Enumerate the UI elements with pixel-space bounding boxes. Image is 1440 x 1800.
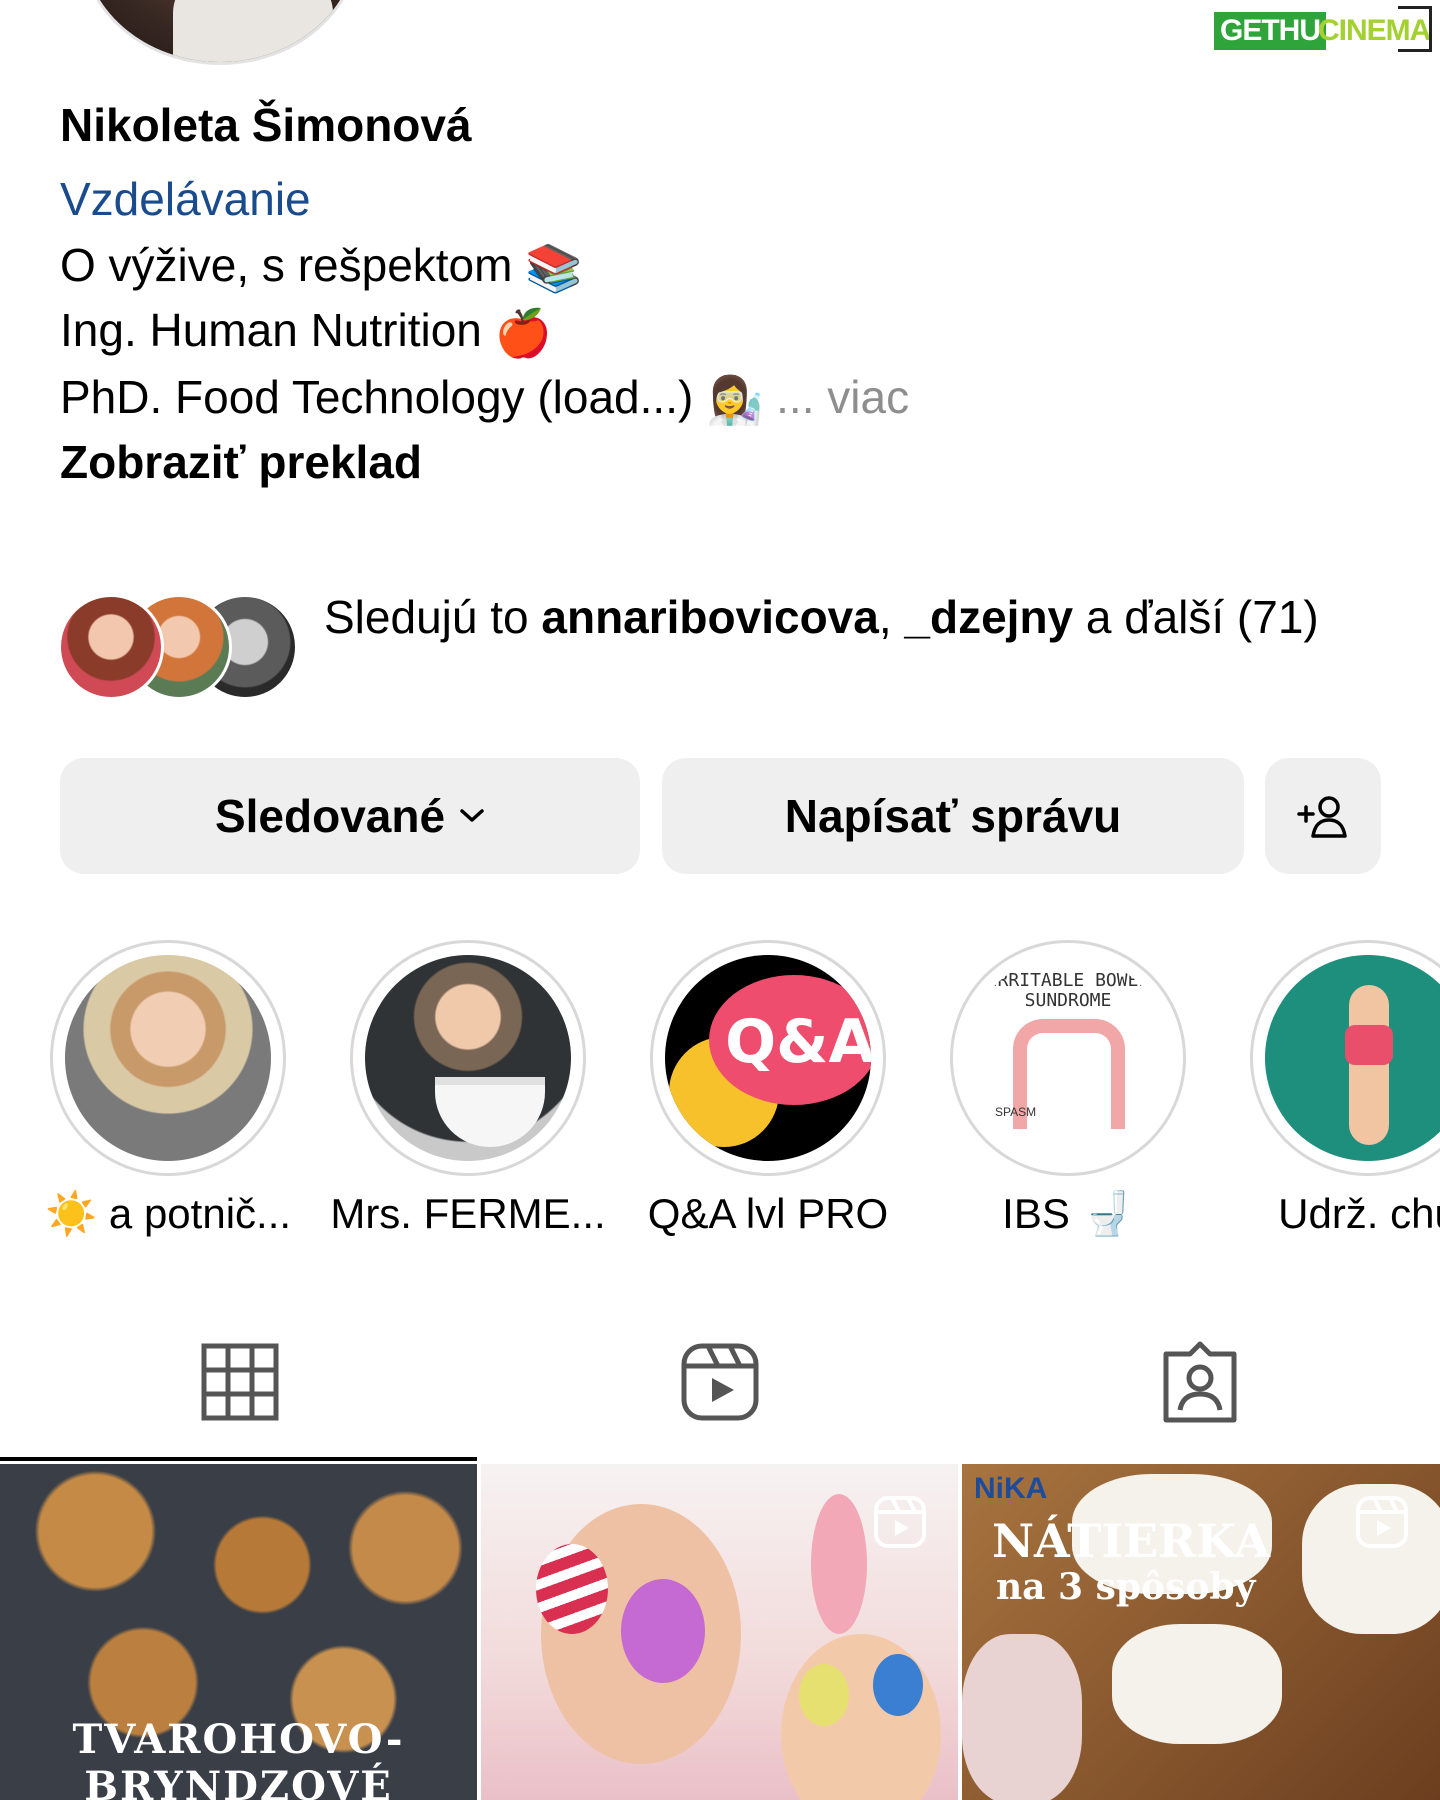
bio-line-1: O výžive, s rešpektom 📚	[60, 238, 583, 296]
highlight-label: Udrž. chu	[1278, 1190, 1440, 1237]
easter-egg-shape	[799, 1664, 849, 1726]
bio-line-1-text: O výžive, s rešpektom	[60, 239, 513, 291]
highlight-3[interactable]: Q&A Q&A lvl PRO	[648, 940, 888, 1237]
highlight-ring: IRRITABLE BOWEL SUNDROME SPASM	[950, 940, 1186, 1176]
bowl-shape	[435, 1077, 545, 1147]
message-button[interactable]: Napísať správu	[662, 758, 1244, 874]
grid-icon	[201, 1343, 279, 1421]
reel-badge-icon	[1356, 1496, 1408, 1548]
highlight-cover-text: Q&A	[725, 1007, 871, 1077]
add-user-button[interactable]	[1265, 758, 1381, 874]
apple-icon: 🍎	[494, 307, 552, 360]
highlight-cover-subtext: SPASM	[995, 1105, 1037, 1119]
post-title: NÁTIERKA	[992, 1514, 1271, 1568]
chevron-down-icon	[460, 809, 484, 822]
highlight-4[interactable]: IRRITABLE BOWEL SUNDROME SPASM IBS 🚽	[950, 940, 1186, 1237]
film-reel-icon	[1398, 6, 1432, 52]
spread-shape	[962, 1634, 1082, 1800]
post-brand: NiKA	[974, 1472, 1048, 1505]
highlight-cover-text: IRRITABLE BOWEL SUNDROME	[986, 970, 1150, 1011]
tab-tagged[interactable]	[1158, 1340, 1242, 1424]
mutual-followers-avatars[interactable]	[58, 594, 298, 700]
highlight-label: Mrs. FERME...	[330, 1190, 606, 1237]
highlight-cover: IRRITABLE BOWEL SUNDROME SPASM	[965, 955, 1171, 1161]
face-shape	[781, 1634, 941, 1800]
translate-link[interactable]: Zobraziť preklad	[60, 435, 422, 489]
post-thumbnail-3[interactable]: NiKA NÁTIERKA na 3 spôsoby	[962, 1464, 1440, 1800]
followed-prefix: Sledujú to	[324, 591, 542, 643]
add-person-icon	[1297, 796, 1347, 838]
highlight-label: ☀️ a potnič...	[44, 1190, 292, 1237]
post-thumbnail-2[interactable]	[481, 1464, 958, 1800]
bio-line-2-text: Ing. Human Nutrition	[60, 304, 482, 356]
easter-egg-shape	[873, 1654, 923, 1716]
scientist-icon: 👩‍🔬	[706, 374, 764, 427]
followed-suffix: a ďalší (71)	[1073, 591, 1319, 643]
highlight-ring: Q&A	[650, 940, 886, 1176]
reel-badge-icon	[874, 1496, 926, 1548]
highlight-ring	[350, 940, 586, 1176]
more-link[interactable]: ... viac	[776, 371, 909, 423]
body-figure-icon	[1349, 985, 1389, 1145]
avatar	[58, 594, 164, 700]
watermark-logo: GETHU CINEMA	[1214, 4, 1432, 54]
highlight-ring	[50, 940, 286, 1176]
post-subtitle: na 3 spôsoby	[996, 1566, 1256, 1608]
post-thumbnail-1[interactable]: TVAROHOVO-BRYNDZOVÉ	[0, 1464, 477, 1800]
bio-line-3-text: PhD. Food Technology (load...)	[60, 371, 694, 423]
highlight-ring	[1250, 940, 1440, 1176]
message-label: Napísať správu	[784, 790, 1122, 842]
easter-egg-shape	[536, 1544, 608, 1634]
highlight-label: Q&A lvl PRO	[647, 1190, 889, 1237]
profile-avatar[interactable]	[80, 0, 360, 65]
bio-line-3: PhD. Food Technology (load...) 👩‍🔬 ... v…	[60, 370, 909, 428]
followed-sep: ,	[878, 591, 905, 643]
highlight-2[interactable]: Mrs. FERME...	[330, 940, 606, 1237]
reels-icon	[681, 1343, 759, 1421]
profile-category[interactable]: Vzdelávanie	[60, 172, 311, 226]
tagged-icon	[1163, 1341, 1237, 1423]
bunny-ear-shape	[811, 1494, 867, 1634]
watermark-part1: GETHU	[1214, 12, 1326, 50]
highlight-label: IBS 🚽	[1002, 1190, 1134, 1237]
following-label: Sledované	[214, 790, 446, 842]
avatar-detail	[173, 0, 333, 62]
highlight-1[interactable]: ☀️ a potnič...	[45, 940, 291, 1237]
profile-name: Nikoleta Šimonová	[60, 99, 472, 151]
highlight-cover	[365, 955, 571, 1161]
tab-posts[interactable]	[198, 1340, 282, 1424]
following-button[interactable]: Sledované	[60, 758, 640, 874]
active-tab-indicator	[0, 1457, 477, 1461]
post-caption: TVAROHOVO-BRYNDZOVÉ	[72, 1716, 405, 1800]
bio-line-2: Ing. Human Nutrition 🍎	[60, 303, 552, 361]
follower-username-1[interactable]: annaribovicova	[541, 591, 878, 643]
highlight-cover: Q&A	[665, 955, 871, 1161]
books-icon: 📚	[525, 242, 583, 295]
highlight-cover	[1265, 955, 1440, 1161]
follower-username-2[interactable]: _dzejny	[904, 591, 1073, 643]
easter-egg-shape	[621, 1579, 705, 1683]
highlight-5[interactable]: Udrž. chu	[1250, 940, 1440, 1237]
swimsuit-shape	[1345, 1025, 1393, 1065]
spread-shape	[1112, 1624, 1282, 1744]
followed-by-text[interactable]: Sledujú to annaribovicova, _dzejny a ďal…	[324, 584, 1384, 650]
tab-reels[interactable]	[678, 1340, 762, 1424]
highlight-cover	[65, 955, 271, 1161]
